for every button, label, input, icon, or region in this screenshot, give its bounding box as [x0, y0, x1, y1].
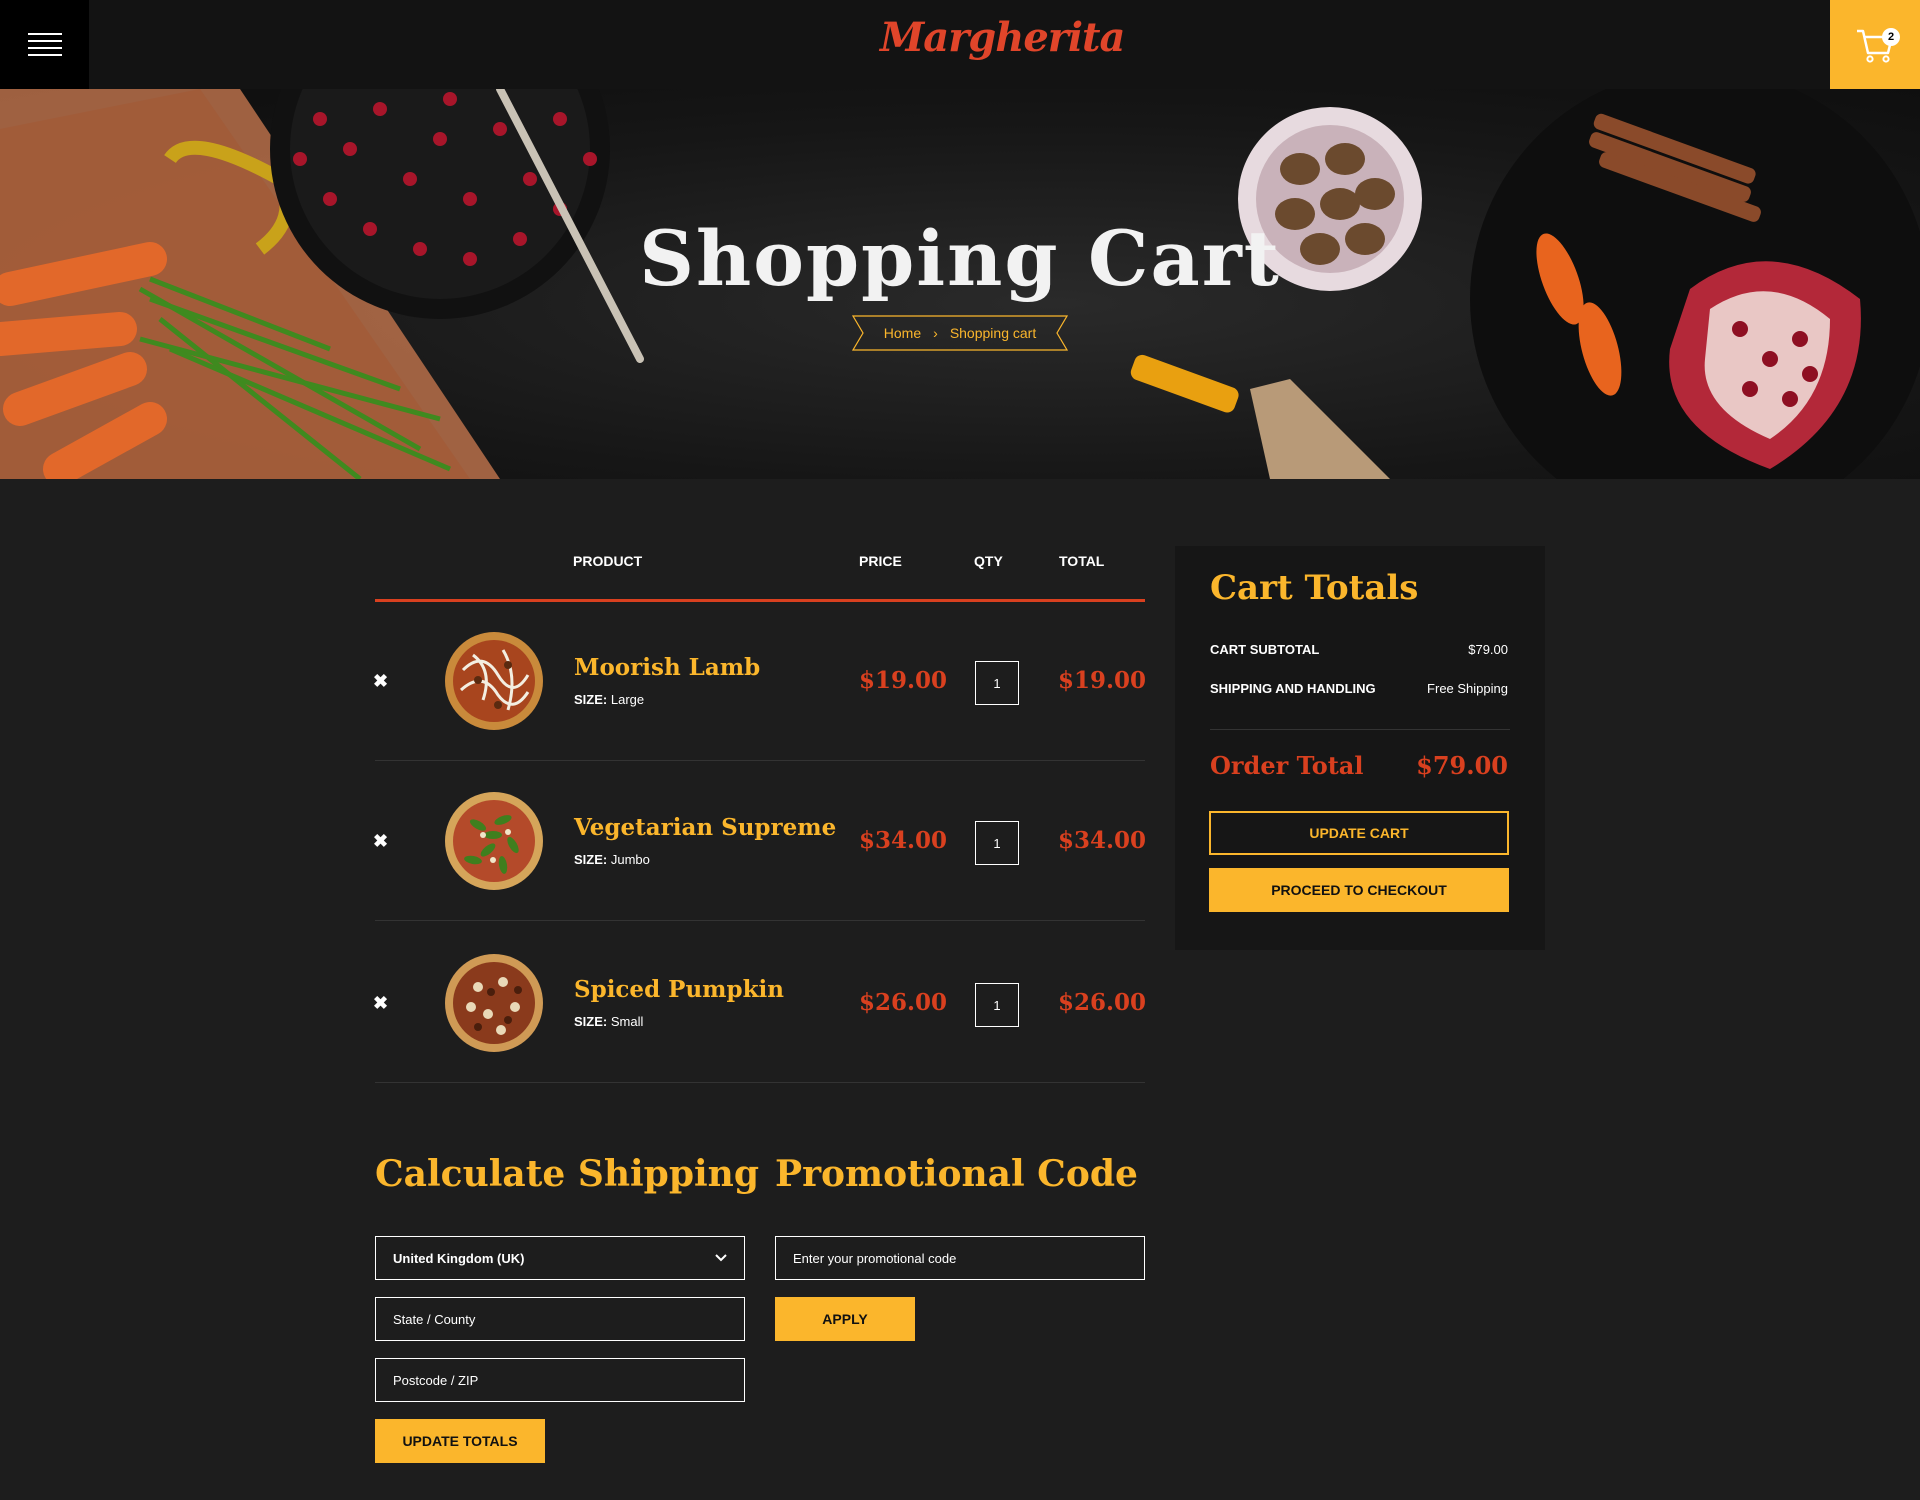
size-value: Jumbo — [610, 852, 650, 867]
product-size: SIZE: Large — [574, 692, 644, 707]
product-size: SIZE: Jumbo — [574, 852, 650, 867]
page-title: Shopping Cart — [639, 214, 1281, 303]
item-total: $19.00 — [1058, 667, 1147, 694]
quantity-input[interactable] — [975, 661, 1019, 705]
pizza-image — [445, 954, 543, 1052]
promotional-code-title: Promotional Code — [775, 1153, 1138, 1195]
product-name-link[interactable]: Vegetarian Supreme — [574, 814, 836, 841]
pizza-image — [445, 792, 543, 890]
postcode-input[interactable] — [375, 1358, 745, 1402]
column-header-qty: QTY — [974, 553, 1003, 569]
apply-promo-button[interactable]: APPLY — [775, 1297, 915, 1341]
size-label: SIZE: — [574, 692, 608, 707]
order-total-value: $79.00 — [1416, 751, 1508, 780]
row-divider — [375, 920, 1145, 921]
remove-item-button[interactable]: ✖ — [373, 994, 389, 1012]
cart-button[interactable]: 2 — [1830, 0, 1920, 89]
pizza-image — [445, 632, 543, 730]
top-bar: Margherita 2 — [0, 0, 1920, 89]
cart-totals-title: Cart Totals — [1210, 568, 1419, 608]
item-price: $19.00 — [859, 667, 948, 694]
column-header-product: PRODUCT — [573, 553, 643, 569]
cart-subtotal-label: CART SUBTOTAL — [1210, 642, 1320, 657]
cart-count-badge: 2 — [1882, 28, 1900, 46]
country-select[interactable]: United Kingdom (UK) — [375, 1236, 745, 1280]
quantity-input[interactable] — [975, 983, 1019, 1027]
row-divider — [375, 1082, 1145, 1083]
update-totals-button[interactable]: UPDATE TOTALS — [375, 1419, 545, 1463]
quantity-input[interactable] — [975, 821, 1019, 865]
size-label: SIZE: — [574, 1014, 608, 1029]
product-size: SIZE: Small — [574, 1014, 643, 1029]
chevron-down-icon — [715, 1254, 727, 1262]
proceed-to-checkout-button[interactable]: PROCEED TO CHECKOUT — [1209, 868, 1509, 912]
breadcrumb: Home › Shopping cart — [852, 315, 1068, 351]
size-value: Small — [610, 1014, 644, 1029]
breadcrumb-current: Shopping cart — [949, 325, 1037, 341]
table-header-divider — [375, 599, 1145, 602]
item-price: $26.00 — [859, 989, 948, 1016]
product-name-link[interactable]: Moorish Lamb — [574, 654, 760, 681]
size-value: Large — [610, 692, 645, 707]
remove-item-button[interactable]: ✖ — [373, 672, 389, 690]
shipping-value: Free Shipping — [1427, 681, 1508, 696]
remove-item-button[interactable]: ✖ — [373, 832, 389, 850]
hero-banner: Shopping Cart Home › Shopping cart — [0, 89, 1920, 479]
item-total: $34.00 — [1058, 827, 1147, 854]
order-total-label: Order Total — [1210, 751, 1364, 780]
hamburger-icon — [27, 32, 62, 56]
cart-totals-panel: Cart Totals CART SUBTOTAL $79.00 SHIPPIN… — [1175, 546, 1545, 950]
calculate-shipping-title: Calculate Shipping — [375, 1153, 760, 1195]
column-header-price: PRICE — [859, 553, 902, 569]
totals-divider — [1210, 729, 1510, 730]
shipping-label: SHIPPING AND HANDLING — [1210, 681, 1376, 696]
breadcrumb-separator: › — [933, 325, 938, 341]
menu-button[interactable] — [0, 0, 89, 89]
product-name-link[interactable]: Spiced Pumpkin — [574, 976, 784, 1003]
cart-subtotal-value: $79.00 — [1468, 642, 1508, 657]
country-select-value: United Kingdom (UK) — [393, 1250, 525, 1266]
column-header-total: TOTAL — [1059, 553, 1105, 569]
site-logo[interactable]: Margherita — [880, 14, 1125, 74]
state-county-input[interactable] — [375, 1297, 745, 1341]
row-divider — [375, 760, 1145, 761]
promo-code-input[interactable] — [775, 1236, 1145, 1280]
breadcrumb-home-link[interactable]: Home — [884, 325, 921, 341]
item-total: $26.00 — [1058, 989, 1147, 1016]
size-label: SIZE: — [574, 852, 608, 867]
item-price: $34.00 — [859, 827, 948, 854]
update-cart-button[interactable]: UPDATE CART — [1209, 811, 1509, 855]
